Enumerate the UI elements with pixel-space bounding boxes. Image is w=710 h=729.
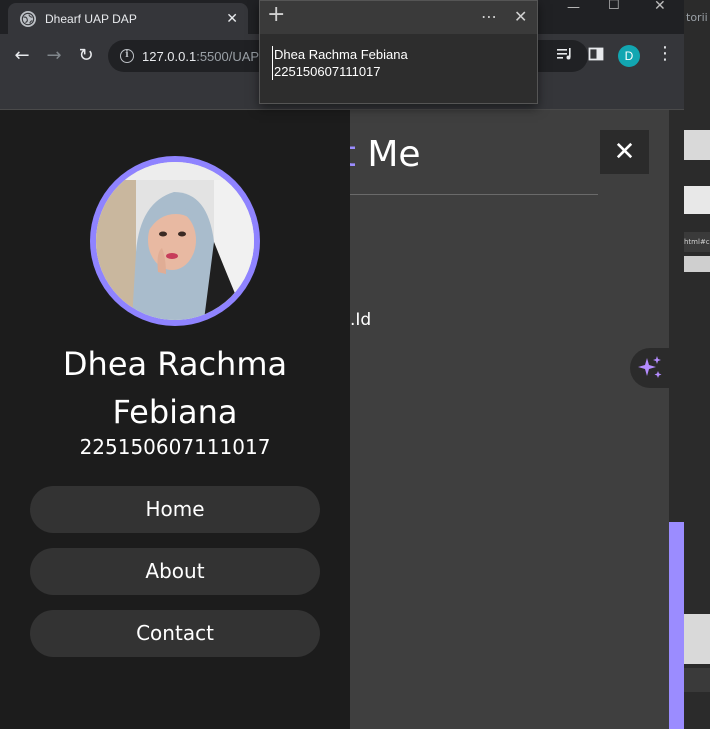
profile-student-id: 225150607111017	[79, 435, 271, 459]
side-panel-icon[interactable]	[588, 46, 604, 67]
nav-home-button[interactable]: Home	[30, 486, 320, 533]
site-info-icon[interactable]: i	[120, 49, 134, 63]
globe-icon	[20, 10, 36, 27]
forward-arrow-icon[interactable]: →	[42, 44, 66, 68]
bg-window-strip	[684, 256, 710, 272]
profile-photo	[96, 162, 254, 320]
profile-photo-frame	[90, 156, 260, 326]
heading-divider	[350, 194, 598, 195]
profile-name: Dhea Rachma Febiana	[62, 345, 288, 431]
tab-title: Dhearf UAP DAP	[45, 11, 137, 26]
sparkle-icon	[638, 356, 662, 378]
page-scrollbar[interactable]	[669, 110, 684, 729]
window-close-icon[interactable]: ✕	[654, 0, 666, 14]
bg-window-tab-text: torii	[686, 11, 708, 24]
url-text: 127.0.0.1:5500/UAP	[142, 49, 259, 64]
back-arrow-icon[interactable]: ←	[10, 44, 34, 68]
sidebar: Dhea Rachma Febiana 225150607111017 Home…	[0, 110, 350, 729]
bg-window-strip	[684, 668, 710, 692]
scrollbar-thumb[interactable]	[669, 522, 684, 729]
nav-about-button[interactable]: About	[30, 548, 320, 595]
bg-window-url-text: html#cont	[684, 238, 710, 246]
bg-window-strip	[684, 186, 710, 214]
browser-tab[interactable]: Dhearf UAP DAP ✕	[8, 3, 248, 34]
more-menu-icon[interactable]: ⋮	[656, 44, 674, 64]
reload-icon[interactable]: ↻	[74, 44, 98, 68]
sticky-note-window[interactable]: + ⋯ ✕ Dhea Rachma Febiana 22515060711101…	[259, 0, 538, 104]
media-queue-icon[interactable]	[556, 46, 574, 67]
background-window: torii html#cont	[684, 0, 710, 729]
bg-window-strip	[684, 130, 710, 160]
page-content: ct Me .Id ✕	[0, 110, 684, 729]
nav-contact-button[interactable]: Contact	[30, 610, 320, 657]
more-options-icon[interactable]: ⋯	[481, 5, 497, 29]
close-tab-icon[interactable]: ✕	[226, 11, 238, 27]
close-note-icon[interactable]: ✕	[514, 5, 527, 29]
profile-avatar[interactable]: D	[618, 45, 640, 67]
contact-email-partial: .Id	[350, 310, 372, 330]
add-note-icon[interactable]: +	[267, 3, 285, 27]
sticky-note-line-2: 225150607111017	[274, 64, 381, 79]
sticky-note-text[interactable]: Dhea Rachma Febiana 225150607111017	[272, 46, 408, 80]
maximize-icon[interactable]: ☐	[608, 0, 620, 13]
minimize-icon[interactable]: —	[567, 0, 580, 15]
url-path: :5500/UAP	[196, 48, 260, 64]
bg-window-strip	[684, 614, 710, 664]
contact-heading-rest: Me	[355, 134, 421, 175]
close-sidebar-button[interactable]: ✕	[600, 130, 649, 174]
url-host: 127.0.0.1	[142, 48, 197, 64]
sticky-note-titlebar[interactable]: + ⋯ ✕	[260, 1, 537, 34]
sticky-note-line-1: Dhea Rachma Febiana	[274, 47, 408, 62]
